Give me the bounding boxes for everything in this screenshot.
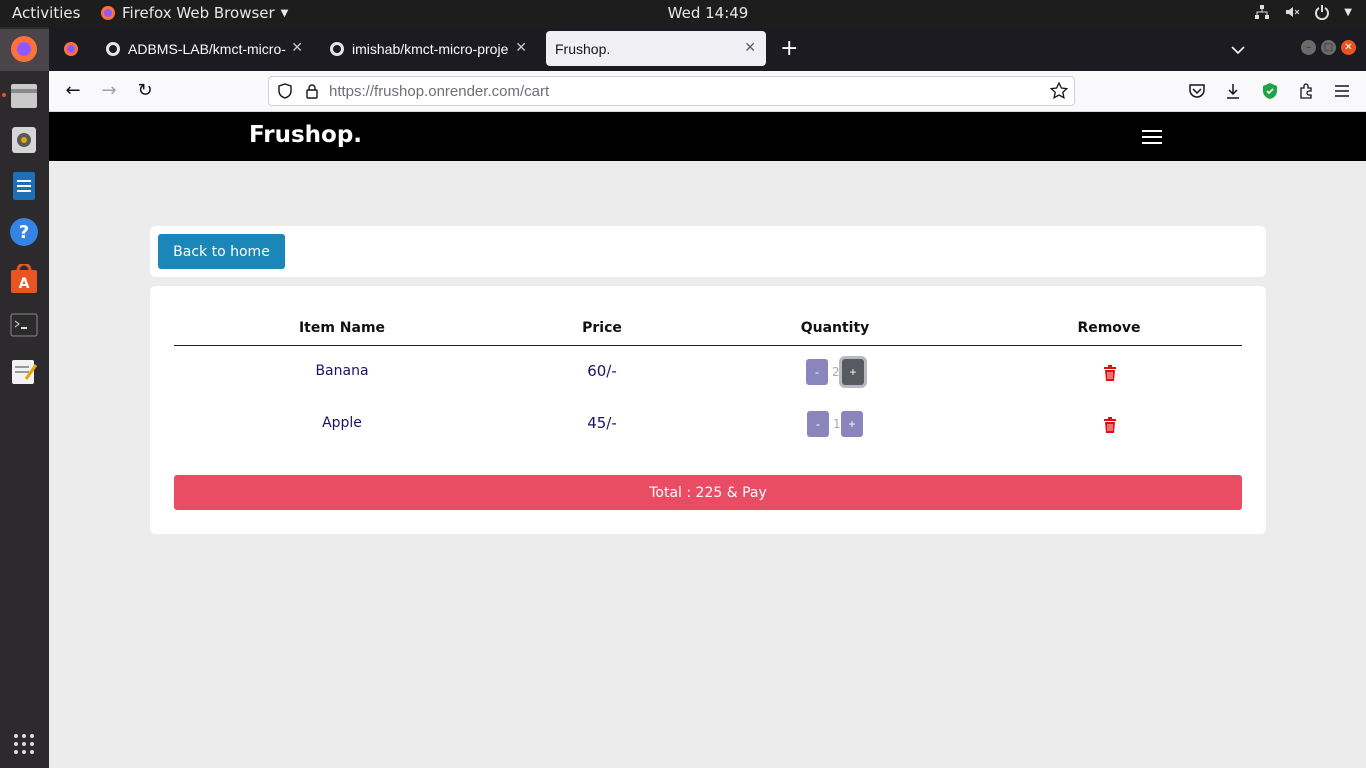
decrease-quantity-button[interactable]: - (807, 411, 829, 437)
github-icon (330, 41, 344, 56)
dock: ? A (0, 27, 49, 768)
dock-rhythmbox-icon[interactable] (6, 122, 42, 158)
dock-help-icon[interactable]: ? (6, 214, 42, 250)
system-top-bar: Activities Firefox Web Browser ▼ Wed 14:… (0, 0, 1366, 27)
tab-adbms-lab[interactable]: ADBMS-LAB/kmct-micro- ✕ (97, 31, 313, 66)
firefox-icon (101, 6, 115, 20)
tab-title: Frushop. (555, 40, 611, 57)
lock-icon[interactable] (305, 83, 319, 99)
back-to-home-button[interactable]: Back to home (158, 234, 285, 269)
url-host: https://frushop.onrender.com (329, 83, 520, 100)
app-menu[interactable]: Firefox Web Browser ▼ (100, 4, 288, 22)
chevron-down-icon[interactable]: ▼ (1344, 7, 1352, 18)
power-icon[interactable] (1314, 4, 1330, 20)
dock-software-icon[interactable]: A (6, 261, 42, 297)
menu-icon[interactable] (1334, 84, 1350, 98)
table-header-divider (174, 345, 1242, 346)
column-header-price: Price (582, 320, 622, 336)
dock-text-editor-icon[interactable] (6, 353, 42, 389)
svg-text:?: ? (19, 222, 29, 243)
increase-quantity-button[interactable]: + (842, 359, 864, 385)
maximize-window-button[interactable]: □ (1321, 40, 1336, 55)
column-header-item-name: Item Name (298, 320, 386, 336)
dock-terminal-icon[interactable] (6, 307, 42, 343)
svg-text:A: A (19, 276, 30, 292)
firefox-icon (64, 41, 78, 56)
url-path: /cart (519, 83, 550, 100)
web-page: Frushop. Back to home Item Name Price Qu… (49, 112, 1366, 768)
reload-icon[interactable]: ↻ (135, 81, 155, 101)
total-pay-button[interactable]: Total : 225 & Pay (174, 475, 1242, 510)
close-window-button[interactable]: ✕ (1341, 40, 1356, 55)
app-menu-label: Firefox Web Browser (122, 4, 275, 22)
site-header: Frushop. (49, 112, 1366, 161)
chevron-down-icon: ▼ (280, 7, 289, 19)
firefox-view-button[interactable] (55, 31, 89, 66)
dock-files-icon[interactable] (6, 78, 42, 114)
adblock-shield-icon[interactable] (1262, 82, 1278, 100)
quantity-value: 1 (833, 417, 841, 431)
trash-icon[interactable] (1103, 417, 1117, 433)
dock-writer-icon[interactable] (6, 168, 42, 204)
trash-icon[interactable] (1103, 365, 1117, 381)
clock[interactable]: Wed 14:49 (668, 4, 749, 22)
dock-running-dot (2, 93, 6, 97)
forward-arrow-icon[interactable]: → (99, 81, 119, 101)
back-arrow-icon[interactable]: ← (63, 81, 83, 101)
quantity-value: 2 (832, 365, 840, 379)
extensions-icon[interactable] (1298, 83, 1314, 99)
site-brand[interactable]: Frushop. (249, 122, 362, 148)
tab-imishab[interactable]: imishab/kmct-micro-proje ✕ (321, 31, 537, 66)
tab-frushop[interactable]: Frushop. ✕ (546, 31, 766, 66)
item-price: 60/- (587, 362, 617, 380)
shield-icon[interactable] (277, 83, 293, 99)
back-card: Back to home (150, 226, 1266, 277)
item-name: Banana (315, 363, 369, 379)
cart-table-card: Item Name Price Quantity Remove Banana 6… (150, 286, 1266, 534)
dock-firefox-icon[interactable] (6, 31, 42, 67)
pocket-icon[interactable] (1188, 83, 1206, 99)
downloads-icon[interactable] (1225, 83, 1241, 99)
network-icon[interactable] (1254, 4, 1270, 20)
increase-quantity-button[interactable]: + (841, 411, 863, 437)
github-icon (106, 41, 120, 56)
browser-nav-bar: ← → ↻ https://frushop.onrender.com/cart (49, 71, 1366, 112)
column-header-quantity: Quantity (800, 320, 870, 336)
decrease-quantity-button[interactable]: - (806, 359, 828, 385)
minimize-window-button[interactable]: – (1301, 40, 1316, 55)
tab-close-icon[interactable]: ✕ (291, 39, 303, 56)
item-price: 45/- (587, 414, 617, 432)
item-name: Apple (322, 415, 362, 431)
activities-button[interactable]: Activities (12, 4, 80, 22)
show-applications-icon[interactable] (6, 726, 42, 762)
bookmark-star-icon[interactable] (1050, 82, 1068, 100)
column-header-remove: Remove (1077, 320, 1141, 336)
tab-close-icon[interactable]: ✕ (744, 39, 756, 56)
tab-close-icon[interactable]: ✕ (515, 39, 527, 56)
tab-title: imishab/kmct-micro-proje (352, 40, 509, 57)
list-all-tabs-icon[interactable] (1231, 40, 1245, 59)
hamburger-menu-icon[interactable] (1142, 130, 1162, 144)
browser-tab-bar: ADBMS-LAB/kmct-micro- ✕ imishab/kmct-mic… (49, 27, 1366, 71)
new-tab-button[interactable]: + (780, 36, 798, 61)
url-text: https://frushop.onrender.com/cart (329, 83, 549, 100)
tab-title: ADBMS-LAB/kmct-micro- (128, 40, 286, 57)
volume-muted-icon[interactable] (1284, 4, 1300, 20)
url-bar[interactable]: https://frushop.onrender.com/cart (268, 76, 1075, 106)
